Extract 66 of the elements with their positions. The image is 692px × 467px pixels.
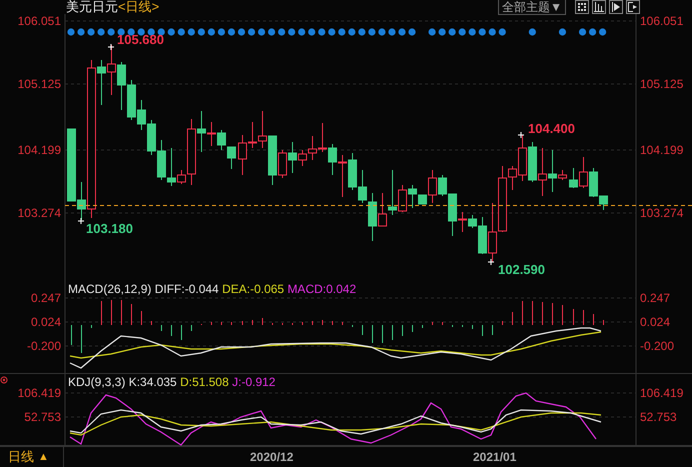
candlestick <box>107 44 116 96</box>
axis-label: 106.051 <box>640 14 684 28</box>
candlestick <box>528 142 537 182</box>
axis-label: 104.199 <box>640 143 684 157</box>
indicator-reading: D:51.508 <box>180 375 229 390</box>
indicator-reading: MACD:0.042 <box>287 282 356 296</box>
theme-dropdown[interactable]: 全部主题▼ <box>498 0 566 15</box>
chart-title: 美元日元 <box>66 0 118 16</box>
axis-label: 103.274 <box>18 206 61 220</box>
period-selector[interactable]: 日线 ▲ <box>0 447 64 467</box>
caret-icon: ▲ <box>38 451 49 463</box>
axis-label: 0.024 <box>30 315 61 330</box>
candlestick <box>157 140 166 180</box>
candlestick <box>217 130 226 150</box>
indicator-name: MACD(26,12,9) <box>68 282 152 296</box>
grid-icon <box>576 1 588 13</box>
period-label: <日线> <box>118 0 160 16</box>
marker-icon <box>518 132 524 138</box>
price-annotation: 104.400 <box>528 121 575 136</box>
price-annotation: 103.180 <box>86 221 133 236</box>
candlestick <box>318 122 327 152</box>
candlestick <box>348 152 357 190</box>
candlestick <box>258 110 267 148</box>
axis-label: 52.753 <box>640 410 677 424</box>
bars-icon <box>593 1 605 13</box>
indicator-name: KDJ(9,3,3) <box>68 375 126 390</box>
toolbar-button[interactable] <box>575 0 589 14</box>
axis-label: 104.199 <box>18 143 61 157</box>
toolbar-button[interactable] <box>609 0 623 14</box>
candlestick <box>137 100 146 130</box>
axis-label: 0.024 <box>640 315 670 330</box>
toolbar-button[interactable] <box>626 0 640 14</box>
axis-label: 105.125 <box>640 77 684 91</box>
price-annotation: 105.680 <box>117 32 164 47</box>
candlestick <box>328 144 337 176</box>
candlestick <box>117 62 126 110</box>
axis-label: 0.247 <box>640 291 670 306</box>
exit-icon <box>627 1 639 13</box>
axis-label: 106.419 <box>640 386 684 400</box>
price-annotation: 102.590 <box>498 262 545 277</box>
indicator-reading: DIFF:-0.044 <box>154 282 219 296</box>
axis-label: 103.274 <box>640 206 684 220</box>
axis-label: -0.200 <box>640 339 674 354</box>
marker-icon <box>488 258 494 266</box>
marker-icon <box>78 218 84 224</box>
period-label: 日线 <box>8 448 34 466</box>
play-icon <box>610 1 622 13</box>
axis-label: 105.125 <box>18 77 61 91</box>
target-icon <box>0 376 8 384</box>
marker-icon <box>108 44 114 50</box>
toolbar-button[interactable] <box>592 0 606 14</box>
axis-label: 106.051 <box>18 14 61 28</box>
candlestick <box>227 146 236 170</box>
axis-label: 0.247 <box>30 291 61 306</box>
candlestick <box>538 148 547 196</box>
indicator-reading: K:34.035 <box>128 375 177 390</box>
axis-label: 106.419 <box>18 386 61 400</box>
date-label: 2020/12 <box>250 450 294 464</box>
indicator-reading: DEA:-0.065 <box>222 282 284 296</box>
candlestick <box>147 120 156 156</box>
axis-label: 52.753 <box>24 410 61 424</box>
date-label: 2021/01 <box>473 450 516 464</box>
candlestick <box>127 80 136 120</box>
axis-label: -0.200 <box>26 339 61 354</box>
candlestick <box>338 154 347 198</box>
indicator-reading: J:-0.912 <box>232 375 276 390</box>
